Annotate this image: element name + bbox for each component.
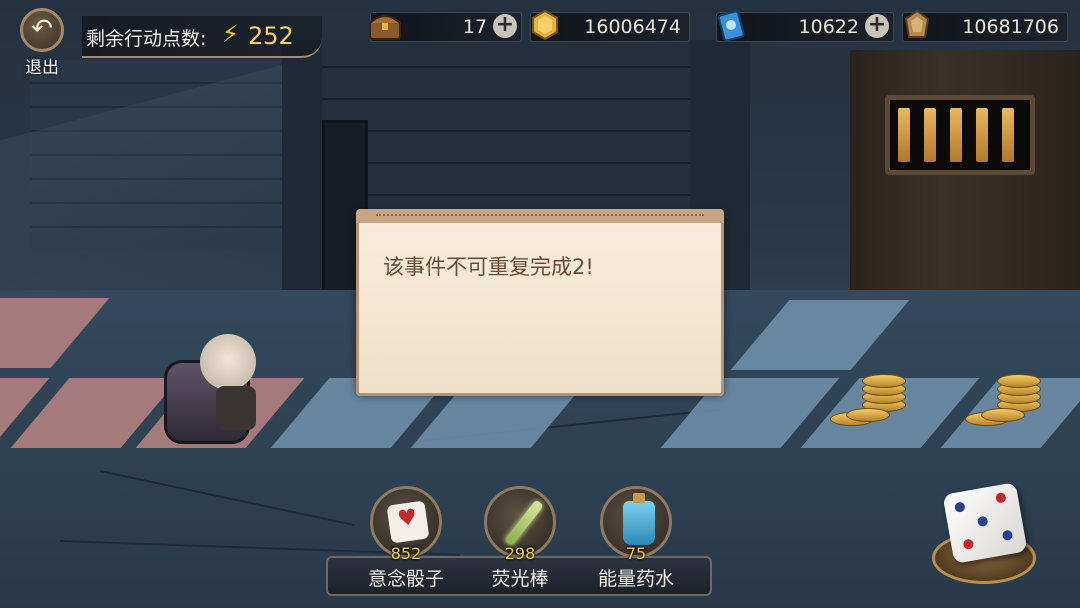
- action-points-value: 252: [248, 22, 294, 50]
- item-energy-potion[interactable]: 75 能量药水: [596, 486, 676, 590]
- dice-icon: [942, 482, 1028, 564]
- item-glow-stick[interactable]: 298 荧光棒: [480, 486, 560, 590]
- roll-dice-button[interactable]: [930, 482, 1040, 590]
- resource-card: 10622 +: [716, 10, 894, 42]
- item-count: 852: [390, 544, 422, 563]
- back-arrow-icon: ↶: [20, 8, 64, 52]
- resource-value: 17: [462, 16, 487, 38]
- energy-potion-icon: [623, 493, 655, 545]
- add-chest-button[interactable]: +: [493, 14, 517, 38]
- barred-window: [885, 95, 1035, 175]
- stone-pillar: [282, 40, 322, 290]
- resource-value: 10681706: [962, 16, 1059, 38]
- item-count: 75: [625, 544, 647, 563]
- item-mind-dice[interactable]: 852 意念骰子: [366, 486, 446, 590]
- resource-token: 10681706: [902, 9, 1068, 42]
- item-name: 意念骰子: [367, 568, 444, 590]
- gold-coin-icon: [532, 9, 558, 41]
- treasure-chest-icon: [369, 15, 401, 40]
- dialog-message: 该事件不可重复完成2!: [383, 255, 594, 279]
- action-points-label: 剩余行动点数:: [86, 28, 207, 50]
- item-count: 298: [504, 544, 536, 563]
- item-name: 荧光棒: [491, 568, 549, 590]
- event-dialog[interactable]: 该事件不可重复完成2!: [356, 209, 724, 396]
- bronze-token-icon: [904, 9, 930, 38]
- blue-card-icon: [717, 10, 745, 42]
- action-points-bar: 剩余行动点数: ⚡ 252: [82, 16, 322, 58]
- player-character[interactable]: [160, 330, 270, 444]
- add-card-button[interactable]: +: [865, 14, 889, 38]
- coin-stack-icon: [830, 368, 906, 426]
- lightning-icon: ⚡: [222, 20, 239, 48]
- resource-value: 16006474: [584, 16, 681, 38]
- resource-gold: 16006474: [530, 9, 690, 42]
- resource-value: 10622: [798, 16, 859, 38]
- resource-chest: 17 +: [369, 12, 522, 42]
- exit-label: 退出: [25, 58, 59, 78]
- glow-stick-icon: [504, 499, 544, 547]
- heart-dice-icon: [386, 500, 430, 544]
- exit-button[interactable]: ↶ 退出: [16, 8, 68, 78]
- dialog-header-trim: [356, 209, 724, 223]
- item-name: 能量药水: [597, 568, 674, 590]
- coin-stack-icon: [965, 368, 1041, 426]
